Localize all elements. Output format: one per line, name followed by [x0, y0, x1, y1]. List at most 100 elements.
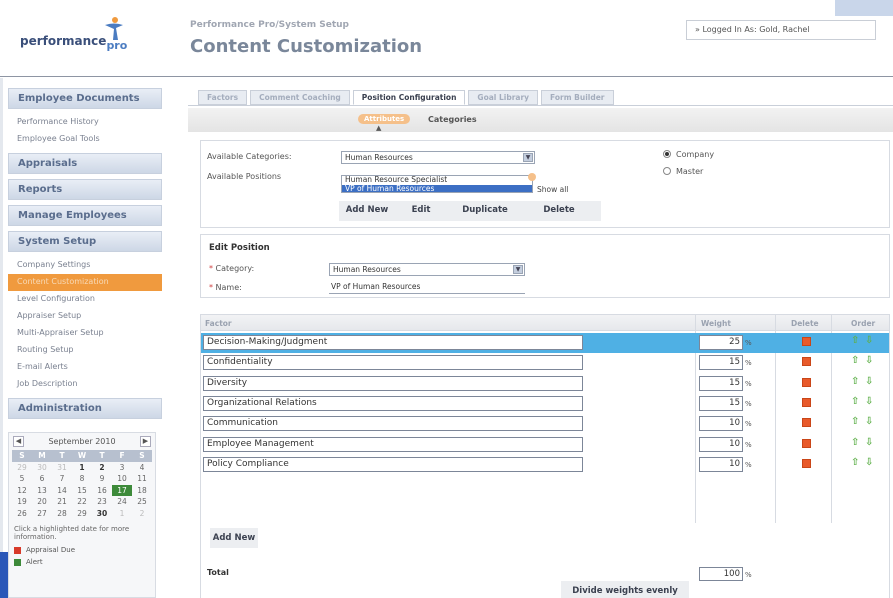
- calendar-day[interactable]: 31: [52, 462, 72, 474]
- delete-icon[interactable]: [802, 337, 811, 346]
- calendar-day[interactable]: 18: [132, 485, 152, 497]
- weight-field[interactable]: 10: [699, 436, 743, 452]
- category-select[interactable]: Human Resources ▼: [329, 263, 525, 276]
- move-down-icon[interactable]: ⇩: [865, 437, 873, 448]
- calendar-day[interactable]: 9: [92, 473, 112, 485]
- weight-field[interactable]: 10: [699, 416, 743, 432]
- sidebar-item-appraiser-setup[interactable]: Appraiser Setup: [8, 308, 162, 325]
- sidebar-section-employee-documents[interactable]: Employee Documents: [8, 88, 162, 109]
- available-positions-list[interactable]: Human Resource Specialist VP of Human Re…: [341, 175, 533, 193]
- weight-field[interactable]: 25: [699, 335, 743, 350]
- move-up-icon[interactable]: ⇧: [851, 396, 859, 407]
- sidebar-item-routing-setup[interactable]: Routing Setup: [8, 342, 162, 359]
- calendar-day[interactable]: 4: [132, 462, 152, 474]
- sidebar-item-level-configuration[interactable]: Level Configuration: [8, 291, 162, 308]
- delete-icon[interactable]: [802, 397, 811, 407]
- calendar-day[interactable]: 19: [12, 496, 32, 508]
- tab-factors[interactable]: Factors: [198, 90, 248, 105]
- add-new-factor-button[interactable]: Add New: [210, 528, 258, 548]
- calendar-day[interactable]: 27: [32, 508, 52, 520]
- sidebar-section-appraisals[interactable]: Appraisals: [8, 153, 162, 174]
- sidebar-item-email-alerts[interactable]: E-mail Alerts: [8, 359, 162, 376]
- factor-row[interactable]: Communication 10% ⇧ ⇩: [201, 414, 889, 434]
- delete-position-button[interactable]: Delete: [531, 202, 587, 219]
- move-up-icon[interactable]: ⇧: [851, 355, 859, 366]
- delete-icon[interactable]: [802, 357, 811, 367]
- calendar-day[interactable]: 14: [52, 485, 72, 497]
- factor-row[interactable]: Diversity 15% ⇧ ⇩: [201, 374, 889, 394]
- calendar-day[interactable]: 26: [12, 508, 32, 520]
- factor-row[interactable]: Decision-Making/Judgment 25% ⇧ ⇩: [201, 333, 889, 353]
- calendar-day[interactable]: 2: [92, 462, 112, 474]
- move-up-icon[interactable]: ⇧: [851, 376, 859, 387]
- sidebar-item-job-description[interactable]: Job Description: [8, 376, 162, 393]
- sidebar-item-company-settings[interactable]: Company Settings: [8, 257, 162, 274]
- delete-icon[interactable]: [802, 458, 811, 468]
- calendar-day[interactable]: 29: [12, 462, 32, 474]
- sidebar-item-employee-goal-tools[interactable]: Employee Goal Tools: [8, 131, 162, 148]
- calendar-day[interactable]: 5: [12, 473, 32, 485]
- radio-master[interactable]: [663, 167, 671, 175]
- available-categories-select[interactable]: Human Resources ▼: [341, 151, 535, 164]
- calendar-day[interactable]: 12: [12, 485, 32, 497]
- factor-name-field[interactable]: Decision-Making/Judgment: [203, 335, 583, 350]
- factor-name-field[interactable]: Confidentiality: [203, 355, 583, 371]
- tab-comment-coaching[interactable]: Comment Coaching: [250, 90, 350, 105]
- factor-row[interactable]: Organizational Relations 15% ⇧ ⇩: [201, 394, 889, 414]
- sidebar-item-content-customization[interactable]: Content Customization: [8, 274, 162, 291]
- calendar-month-label[interactable]: September 2010: [48, 437, 115, 446]
- name-field[interactable]: VP of Human Resources: [329, 281, 525, 294]
- duplicate-position-button[interactable]: Duplicate: [451, 202, 519, 219]
- factor-name-field[interactable]: Communication: [203, 416, 583, 432]
- delete-icon[interactable]: [802, 438, 811, 448]
- delete-icon[interactable]: [802, 377, 811, 387]
- calendar-day[interactable]: 28: [52, 508, 72, 520]
- move-up-icon[interactable]: ⇧: [851, 416, 859, 427]
- factor-name-field[interactable]: Employee Management: [203, 436, 583, 452]
- factor-row[interactable]: Confidentiality 15% ⇧ ⇩: [201, 353, 889, 373]
- weight-field[interactable]: 10: [699, 456, 743, 472]
- move-down-icon[interactable]: ⇩: [865, 355, 873, 366]
- show-all-link[interactable]: Show all: [537, 185, 568, 194]
- calendar-day[interactable]: 11: [132, 473, 152, 485]
- sidebar-section-reports[interactable]: Reports: [8, 179, 162, 200]
- calendar-day[interactable]: 22: [72, 496, 92, 508]
- calendar-day[interactable]: 23: [92, 496, 112, 508]
- factor-row[interactable]: Policy Compliance 10% ⇧ ⇩: [201, 455, 889, 475]
- position-option-vp-hr[interactable]: VP of Human Resources: [342, 184, 532, 192]
- sidebar-item-multi-appraiser-setup[interactable]: Multi-Appraiser Setup: [8, 325, 162, 342]
- calendar-day[interactable]: 30: [92, 508, 112, 520]
- delete-icon[interactable]: [802, 418, 811, 428]
- move-down-icon[interactable]: ⇩: [865, 335, 873, 346]
- calendar-day[interactable]: 21: [52, 496, 72, 508]
- tab-position-configuration[interactable]: Position Configuration: [352, 90, 466, 105]
- expand-handle-icon[interactable]: [526, 171, 538, 183]
- calendar-day[interactable]: 13: [32, 485, 52, 497]
- sidebar-section-manage-employees[interactable]: Manage Employees: [8, 205, 162, 226]
- calendar-day[interactable]: 1: [112, 508, 132, 520]
- factor-name-field[interactable]: Organizational Relations: [203, 395, 583, 411]
- weight-field[interactable]: 15: [699, 395, 743, 411]
- calendar-day[interactable]: 29: [72, 508, 92, 520]
- radio-company[interactable]: [663, 150, 671, 158]
- sidebar-section-administration[interactable]: Administration: [8, 398, 162, 419]
- calendar-day[interactable]: 1: [72, 462, 92, 474]
- calendar-day[interactable]: 15: [72, 485, 92, 497]
- calendar-day[interactable]: 25: [132, 496, 152, 508]
- tab-form-builder[interactable]: Form Builder: [541, 90, 614, 105]
- move-down-icon[interactable]: ⇩: [865, 396, 873, 407]
- calendar-prev-button[interactable]: ◀: [13, 436, 24, 447]
- calendar-day[interactable]: 7: [52, 473, 72, 485]
- calendar-day[interactable]: 10: [112, 473, 132, 485]
- calendar-day-today[interactable]: 17: [112, 484, 132, 496]
- calendar-day[interactable]: 6: [32, 473, 52, 485]
- sidebar-item-performance-history[interactable]: Performance History: [8, 114, 162, 131]
- factor-name-field[interactable]: Policy Compliance: [203, 456, 583, 472]
- calendar-day[interactable]: 30: [32, 462, 52, 474]
- factor-name-field[interactable]: Diversity: [203, 375, 583, 391]
- tab-goal-library[interactable]: Goal Library: [468, 90, 539, 105]
- sidebar-section-system-setup[interactable]: System Setup: [8, 231, 162, 252]
- calendar-day[interactable]: 8: [72, 473, 92, 485]
- move-up-icon[interactable]: ⇧: [851, 457, 859, 468]
- move-up-icon[interactable]: ⇧: [851, 335, 859, 346]
